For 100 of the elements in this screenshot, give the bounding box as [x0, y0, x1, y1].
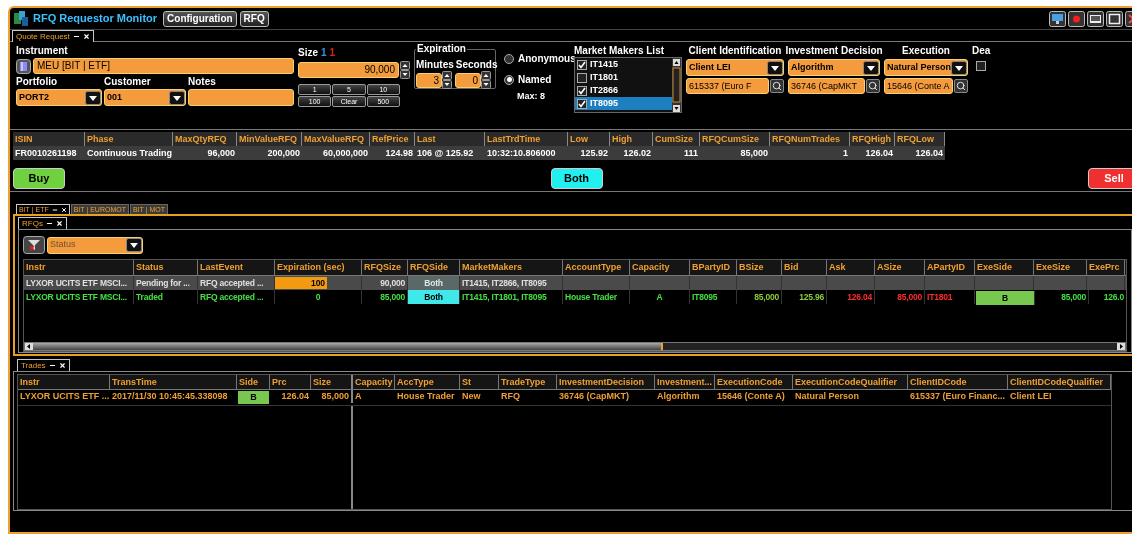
table-cell-text: 125.92 — [579, 147, 609, 160]
column-header[interactable]: Prc — [270, 375, 311, 389]
table-cell: Both — [408, 276, 460, 290]
table-cell-text: 15646 (Conte A) — [716, 390, 786, 403]
column-header[interactable]: BPartyID — [690, 260, 737, 275]
column-header[interactable]: RFQSize — [362, 260, 408, 275]
table-cell: LYXOR UCITS ETF MSCI... — [24, 290, 134, 304]
table-cell-text: 126.04 — [914, 147, 944, 160]
column-header[interactable]: Expiration (sec) — [275, 260, 362, 275]
investment-decision-dropdown[interactable]: Algorithm — [788, 59, 880, 76]
minutes-field[interactable]: 3 — [416, 72, 442, 88]
side-button[interactable]: Both — [550, 168, 603, 189]
table-cell: 85,000 — [737, 290, 782, 304]
column-header[interactable]: ExecutionCode — [715, 375, 793, 389]
column-header[interactable]: Capacity — [353, 375, 395, 389]
table-cell: IT1415, IT1801, IT8095 — [460, 290, 563, 304]
instrument-field[interactable]: MEU [BIT | ETF] — [33, 58, 294, 74]
field-label: Customer — [104, 76, 152, 88]
lookup-field[interactable]: 615337 (Euro F — [686, 78, 769, 94]
toolbar-button[interactable]: Configuration — [163, 10, 237, 27]
table-cell-text: 100 — [310, 277, 326, 290]
column-header[interactable]: ExeSize — [1034, 260, 1087, 275]
column-header[interactable]: TransTime — [110, 375, 237, 389]
list-item[interactable]: IT1801 — [575, 71, 672, 84]
column-header[interactable]: RFQSide — [408, 260, 460, 275]
table-cell-text: 126.04 — [280, 390, 310, 403]
panel-tab[interactable]: Trades — [17, 359, 70, 371]
panel-tab[interactable]: Quote Request — [12, 30, 94, 42]
side-button[interactable]: Buy — [13, 168, 65, 189]
column-header[interactable]: AccType — [395, 375, 460, 389]
table-cell-text: 85,000 — [739, 147, 769, 160]
column-header[interactable]: ASize — [875, 260, 925, 275]
column-header[interactable]: BSize — [737, 260, 782, 275]
size-field[interactable]: 90,000 — [298, 62, 399, 78]
list-item[interactable]: IT1415 — [575, 58, 672, 71]
customer-dropdown[interactable]: 001 — [104, 89, 186, 106]
list-item[interactable]: IT2866 — [575, 84, 672, 97]
table-cell-text: 615337 (Euro Financ... — [909, 390, 1007, 403]
table-cell-text: 36746 (CapMKT) — [558, 390, 631, 403]
field-label: Notes — [188, 76, 217, 88]
table-row[interactable]: LYXOR UCITS ETF MSCI... Pending for ... RFQ accepted ... 100 90,000 Both IT1415, IT2866, IT8095 — [24, 276, 1126, 290]
table-cell-text: House Trader — [396, 390, 456, 403]
table-cell-text: 124.98 — [384, 147, 414, 160]
column-header[interactable]: Status — [134, 260, 198, 275]
column-header[interactable]: Bid — [782, 260, 827, 275]
toolbar-button[interactable]: RFQ — [239, 10, 269, 27]
column-header[interactable]: TradeType — [499, 375, 557, 389]
seconds-field[interactable]: 0 — [455, 72, 481, 88]
field-label: Client Identification — [688, 45, 782, 57]
field-label: Portfolio — [16, 76, 59, 88]
field-label: Market Makers List — [574, 45, 666, 56]
column-header[interactable]: Side — [237, 375, 270, 389]
column-header[interactable]: Instr — [18, 375, 110, 389]
column-header[interactable]: Investment... — [655, 375, 715, 389]
column-header[interactable]: LastEvent — [198, 260, 275, 275]
column-header[interactable]: InvestmentDecision — [557, 375, 655, 389]
column-header[interactable]: St — [460, 375, 499, 389]
table-cell-text: 1 — [842, 147, 849, 160]
field-label: Dea — [972, 45, 991, 57]
table-cell-text: 60,000,000 — [321, 147, 369, 160]
column-header[interactable]: Ask — [827, 260, 875, 275]
column-header[interactable]: APartyID — [925, 260, 975, 275]
column-header[interactable]: ExecutionCodeQualifier — [793, 375, 908, 389]
list-item[interactable]: IT8095 — [575, 97, 672, 110]
portfolio-dropdown[interactable]: PORT2 — [16, 89, 102, 106]
column-header[interactable]: Size — [311, 375, 353, 389]
lookup-field[interactable]: 15646 (Conte A — [884, 78, 953, 94]
radio-label: Named — [518, 73, 552, 87]
column-header[interactable]: MarketMakers — [460, 260, 563, 275]
table-cell: B — [976, 291, 1035, 305]
status-filter-dropdown[interactable]: Status — [47, 236, 143, 254]
table-cell: 126.0 — [1089, 290, 1126, 304]
lookup-field[interactable]: 36746 (CapMKT — [788, 78, 865, 94]
table-cell: A — [630, 290, 690, 304]
table-cell-text: Client LEI — [1009, 390, 1053, 403]
column-header[interactable]: ClientIDCode — [908, 375, 1008, 389]
table-cell: IT8095 — [690, 290, 737, 304]
side-button[interactable]: Sell — [1088, 168, 1132, 189]
table-cell: 85,000 — [1036, 290, 1089, 304]
column-header[interactable]: ExeSide — [975, 260, 1034, 275]
size-marker: 1 — [321, 46, 327, 60]
execution-dropdown[interactable]: Natural Person — [884, 59, 968, 76]
panel-tab[interactable]: RFQs — [18, 217, 67, 229]
table-cell: 85,000 — [311, 390, 353, 403]
column-header[interactable]: Capacity — [630, 260, 690, 275]
table-cell: Traded — [134, 290, 198, 304]
client-id-dropdown[interactable]: Client LEI — [686, 59, 784, 76]
table-cell-text: Algorithm — [656, 390, 701, 403]
column-header[interactable]: ClientIDCodeQualifier — [1008, 375, 1111, 389]
table-cell: IT1801 — [925, 290, 975, 304]
column-header[interactable]: Instr — [24, 260, 134, 275]
table-cell-text: FR0010261198 — [14, 147, 78, 160]
column-header[interactable]: ExePrc — [1087, 260, 1125, 275]
table-cell: 85,000 — [875, 290, 925, 304]
field-label: Investment Decision — [785, 45, 883, 57]
field-label: Expiration — [416, 43, 467, 55]
table-row[interactable]: LYXOR UCITS ETF MSCI... Traded RFQ accepted ... 0 85,000 Both IT1415, IT1801, IT8095 House Trader A IT8095 85,000 125.96 126.04 85,000 IT1801 B 85,000 126.0 — [24, 290, 1126, 306]
column-header[interactable]: AccountType — [563, 260, 630, 275]
table-cell: 125.96 — [782, 290, 827, 304]
table-cell-text: New — [461, 390, 482, 403]
